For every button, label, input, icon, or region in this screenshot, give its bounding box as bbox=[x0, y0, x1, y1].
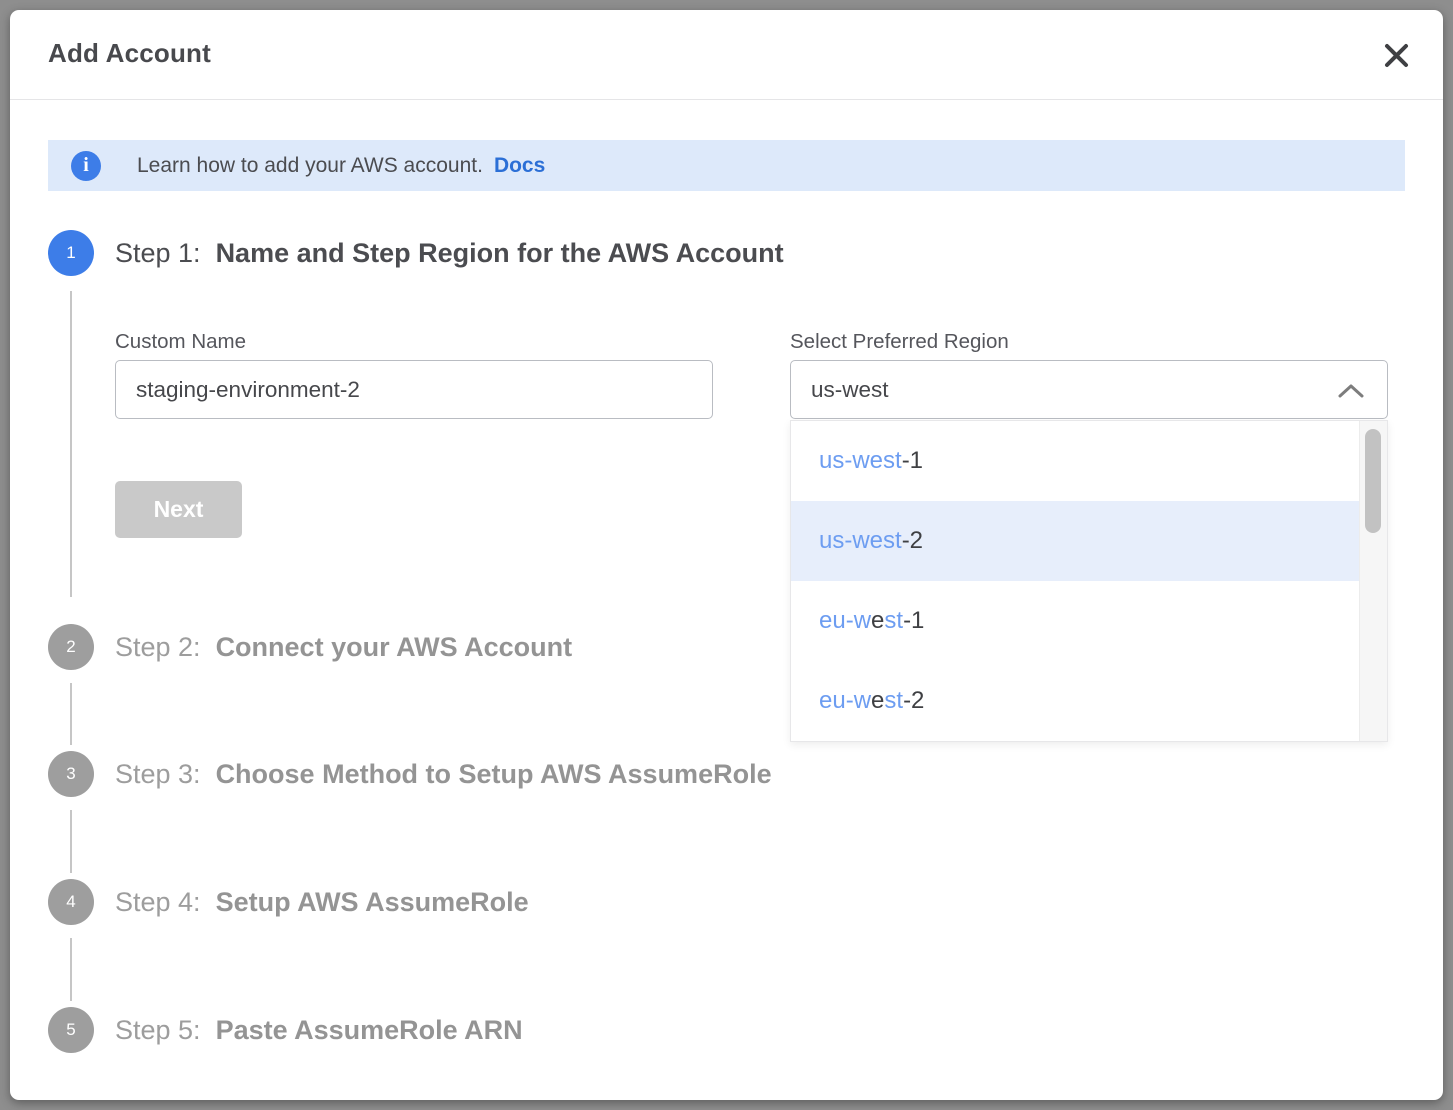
close-button[interactable] bbox=[1379, 40, 1413, 74]
step-5-header: Step 5: Paste AssumeRole ARN bbox=[115, 1007, 523, 1053]
step-5-label: Step 5: bbox=[115, 1015, 201, 1045]
step-5-indicator: 5 bbox=[48, 1007, 94, 1053]
step-1-indicator: 1 bbox=[48, 230, 94, 276]
option-match-text: st bbox=[884, 687, 903, 715]
banner-text: Learn how to add your AWS account. bbox=[137, 154, 483, 178]
next-button[interactable]: Next bbox=[115, 481, 242, 538]
step-4-title: Setup AWS AssumeRole bbox=[216, 887, 529, 917]
option-match-text: st bbox=[884, 607, 903, 635]
region-select-value: us-west bbox=[811, 377, 889, 402]
step-connector-4 bbox=[70, 938, 72, 1001]
region-dropdown-options: us-west-1us-west-2eu-west-1eu-west-2 bbox=[791, 421, 1359, 741]
step-3-header: Step 3: Choose Method to Setup AWS Assume… bbox=[115, 751, 772, 797]
dropdown-scrollbar-thumb[interactable] bbox=[1365, 429, 1381, 533]
option-match-text: us-west bbox=[819, 527, 902, 555]
region-dropdown: us-west-1us-west-2eu-west-1eu-west-2 bbox=[790, 420, 1388, 742]
step-2-header: Step 2: Connect your AWS Account bbox=[115, 624, 572, 670]
option-text: -1 bbox=[902, 447, 923, 475]
info-banner: i Learn how to add your AWS account. Doc… bbox=[48, 140, 1405, 191]
step-connector-2 bbox=[70, 683, 72, 745]
step-2-label: Step 2: bbox=[115, 632, 201, 662]
option-text: -2 bbox=[903, 687, 924, 715]
step-4-header: Step 4: Setup AWS AssumeRole bbox=[115, 879, 529, 925]
step-1-header: Step 1: Name and Step Region for the AWS … bbox=[115, 230, 784, 276]
step-2-title: Connect your AWS Account bbox=[216, 632, 573, 662]
option-match-text: eu-w bbox=[819, 687, 871, 715]
option-text: e bbox=[871, 607, 884, 635]
region-option[interactable]: eu-west-1 bbox=[791, 581, 1359, 661]
custom-name-input[interactable]: staging-environment-2 bbox=[115, 360, 713, 419]
modal-title: Add Account bbox=[48, 38, 211, 69]
info-icon: i bbox=[71, 151, 101, 181]
step-connector-1 bbox=[70, 291, 72, 597]
step-1-title: Name and Step Region for the AWS Account bbox=[216, 238, 784, 268]
option-text: -2 bbox=[902, 527, 923, 555]
region-select-label: Select Preferred Region bbox=[790, 330, 1009, 354]
step-3-indicator: 3 bbox=[48, 751, 94, 797]
docs-link[interactable]: Docs bbox=[494, 154, 545, 178]
step-3-title: Choose Method to Setup AWS AssumeRole bbox=[216, 759, 772, 789]
dropdown-scrollbar-track[interactable] bbox=[1359, 421, 1387, 741]
step-1-label: Step 1: bbox=[115, 238, 201, 268]
step-connector-3 bbox=[70, 810, 72, 873]
region-option[interactable]: eu-west-2 bbox=[791, 661, 1359, 741]
option-text: e bbox=[871, 687, 884, 715]
step-3-label: Step 3: bbox=[115, 759, 201, 789]
custom-name-label: Custom Name bbox=[115, 330, 246, 354]
option-match-text: eu-w bbox=[819, 607, 871, 635]
step-4-indicator: 4 bbox=[48, 879, 94, 925]
option-text: -1 bbox=[903, 607, 924, 635]
step-5-title: Paste AssumeRole ARN bbox=[216, 1015, 523, 1045]
step-2-indicator: 2 bbox=[48, 624, 94, 670]
step-4-label: Step 4: bbox=[115, 887, 201, 917]
close-icon bbox=[1383, 42, 1410, 72]
add-account-modal: Add Account i Learn how to add your AWS … bbox=[10, 10, 1443, 1100]
region-option[interactable]: us-west-2 bbox=[791, 501, 1359, 581]
region-select-input[interactable]: us-west bbox=[790, 360, 1388, 419]
option-match-text: us-west bbox=[819, 447, 902, 475]
modal-header: Add Account bbox=[10, 10, 1443, 100]
chevron-up-icon[interactable] bbox=[1337, 377, 1365, 405]
region-option[interactable]: us-west-1 bbox=[791, 421, 1359, 501]
